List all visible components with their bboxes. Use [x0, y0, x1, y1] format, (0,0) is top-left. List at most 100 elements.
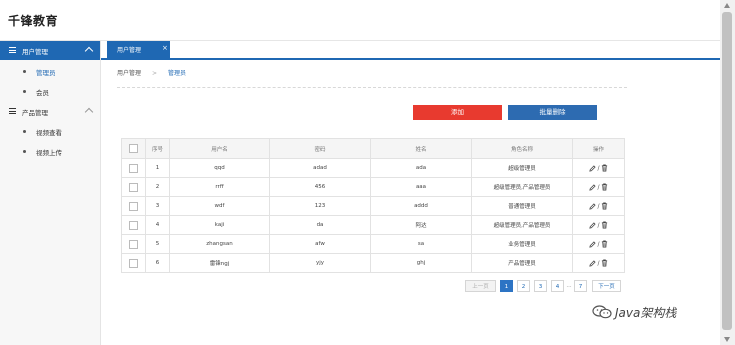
cell-nickname: ghj: [370, 253, 472, 273]
cell-username: rrff: [169, 177, 270, 197]
cell-password: adad: [269, 158, 371, 178]
delete-trash-icon[interactable]: [601, 259, 608, 267]
delete-trash-icon[interactable]: [601, 202, 608, 210]
breadcrumb-separator-icon: >: [152, 70, 158, 77]
bulk-delete-button[interactable]: 批量删除: [508, 105, 597, 120]
tab-bar: 用户管理 ×: [101, 41, 720, 60]
scroll-thumb[interactable]: [722, 12, 732, 330]
select-all-checkbox[interactable]: [129, 144, 138, 153]
row-select-cell: [121, 158, 146, 178]
sidebar-item-label: 视频上传: [36, 149, 62, 157]
app-header: 千锋教育: [0, 0, 720, 41]
cell-password: 456: [269, 177, 371, 197]
row-select-cell: [121, 177, 146, 197]
scroll-down-arrow-icon[interactable]: [724, 337, 730, 342]
admin-table: 序号 用户名 密码 姓名 角色名称 操作 1 qqd adad ada 超级管理员/2 r…: [121, 138, 625, 273]
table-header-row: 序号 用户名 密码 姓名 角色名称 操作: [121, 138, 625, 159]
sidebar-group-product-management[interactable]: 产品管理: [0, 102, 100, 121]
row-checkbox[interactable]: [129, 220, 138, 230]
cell-index: 3: [145, 196, 170, 216]
sidebar-item-video-upload[interactable]: 视频上传: [0, 142, 100, 161]
delete-trash-icon[interactable]: [601, 183, 608, 191]
cell-index: 1: [145, 158, 170, 178]
table-row: 4 kaji da 阿达 超级管理员,产品管理员 /: [121, 215, 625, 235]
cell-actions: /: [572, 253, 625, 273]
page-button-last[interactable]: 7: [574, 280, 587, 292]
page-button-4[interactable]: 4: [551, 280, 564, 292]
row-checkbox[interactable]: [129, 239, 138, 249]
row-checkbox[interactable]: [129, 258, 138, 268]
bullet-icon: [23, 150, 26, 153]
cell-role: 超级管理员,产品管理员: [471, 177, 573, 197]
sidebar-group-user-management[interactable]: 用户管理: [0, 41, 100, 60]
cell-username: wdf: [169, 196, 270, 216]
sidebar-item-label: 管理员: [36, 69, 56, 77]
action-separator: /: [597, 202, 600, 210]
row-checkbox[interactable]: [129, 182, 138, 192]
edit-pencil-icon[interactable]: [589, 259, 597, 267]
breadcrumb-parent[interactable]: 用户管理: [117, 70, 141, 77]
cell-index: 4: [145, 215, 170, 235]
breadcrumb-current: 管理员: [168, 70, 187, 77]
cell-actions: /: [572, 215, 625, 235]
page-button-2[interactable]: 2: [517, 280, 530, 292]
edit-pencil-icon[interactable]: [589, 221, 597, 229]
edit-pencil-icon[interactable]: [589, 202, 597, 210]
table-row: 1 qqd adad ada 超级管理员 /: [121, 158, 625, 178]
next-page-button[interactable]: 下一页: [592, 280, 621, 292]
bullet-icon: [23, 70, 26, 73]
cell-role: 超级管理员,产品管理员: [471, 215, 573, 235]
sidebar-group-label: 用户管理: [22, 48, 48, 56]
column-header-nickname: 姓名: [370, 138, 472, 159]
row-select-cell: [121, 253, 146, 273]
cell-index: 6: [145, 253, 170, 273]
row-checkbox[interactable]: [129, 163, 138, 173]
edit-pencil-icon[interactable]: [589, 183, 597, 191]
cell-index: 2: [145, 177, 170, 197]
sidebar-item-member[interactable]: 会员: [0, 82, 100, 101]
cell-role: 产品管理员: [471, 253, 573, 273]
chevron-up-icon: [84, 107, 94, 117]
action-separator: /: [597, 164, 600, 172]
column-header-index: 序号: [145, 138, 170, 159]
table-row: 2 rrff 456 aaa 超级管理员,产品管理员 /: [121, 177, 625, 197]
bullet-icon: [23, 90, 26, 93]
tab-label: 用户管理: [117, 47, 142, 54]
vertical-scrollbar[interactable]: [720, 0, 735, 345]
close-icon[interactable]: ×: [162, 44, 168, 52]
breadcrumb: 用户管理 > 管理员: [117, 68, 186, 77]
page-button-3[interactable]: 3: [534, 280, 547, 292]
watermark-text: Java架构栈: [615, 306, 677, 320]
delete-trash-icon[interactable]: [601, 240, 608, 248]
delete-trash-icon[interactable]: [601, 221, 608, 229]
cell-username: qqd: [169, 158, 270, 178]
cell-password: yjy: [269, 253, 371, 273]
add-button[interactable]: 添加: [413, 105, 502, 120]
page-button-1[interactable]: 1: [500, 280, 513, 292]
column-header-password: 密码: [269, 138, 371, 159]
scroll-up-arrow-icon[interactable]: [724, 3, 730, 8]
cell-actions: /: [572, 196, 625, 216]
edit-pencil-icon[interactable]: [589, 164, 597, 172]
cell-actions: /: [572, 158, 625, 178]
tab-user-management[interactable]: 用户管理 ×: [107, 41, 170, 58]
cell-role: 业务管理员: [471, 234, 573, 254]
list-icon: [9, 108, 16, 114]
page-ellipsis: ...: [565, 280, 573, 292]
cell-role: 超级管理员: [471, 158, 573, 178]
select-all-cell: [121, 138, 146, 159]
edit-pencil-icon[interactable]: [589, 240, 597, 248]
sidebar-item-video-view[interactable]: 视频查看: [0, 122, 100, 141]
cell-actions: /: [572, 234, 625, 254]
cell-index: 5: [145, 234, 170, 254]
sidebar-item-admin[interactable]: 管理员: [0, 62, 100, 81]
row-select-cell: [121, 215, 146, 235]
cell-username: zhangsan: [169, 234, 270, 254]
prev-page-button[interactable]: 上一页: [465, 280, 496, 292]
sidebar: 用户管理 管理员 会员 产品管理 视频查看 视频上传: [0, 41, 101, 345]
column-header-username: 用户名: [169, 138, 270, 159]
delete-trash-icon[interactable]: [601, 164, 608, 172]
row-checkbox[interactable]: [129, 201, 138, 211]
cell-role: 普通管理员: [471, 196, 573, 216]
sidebar-item-label: 会员: [36, 89, 49, 97]
